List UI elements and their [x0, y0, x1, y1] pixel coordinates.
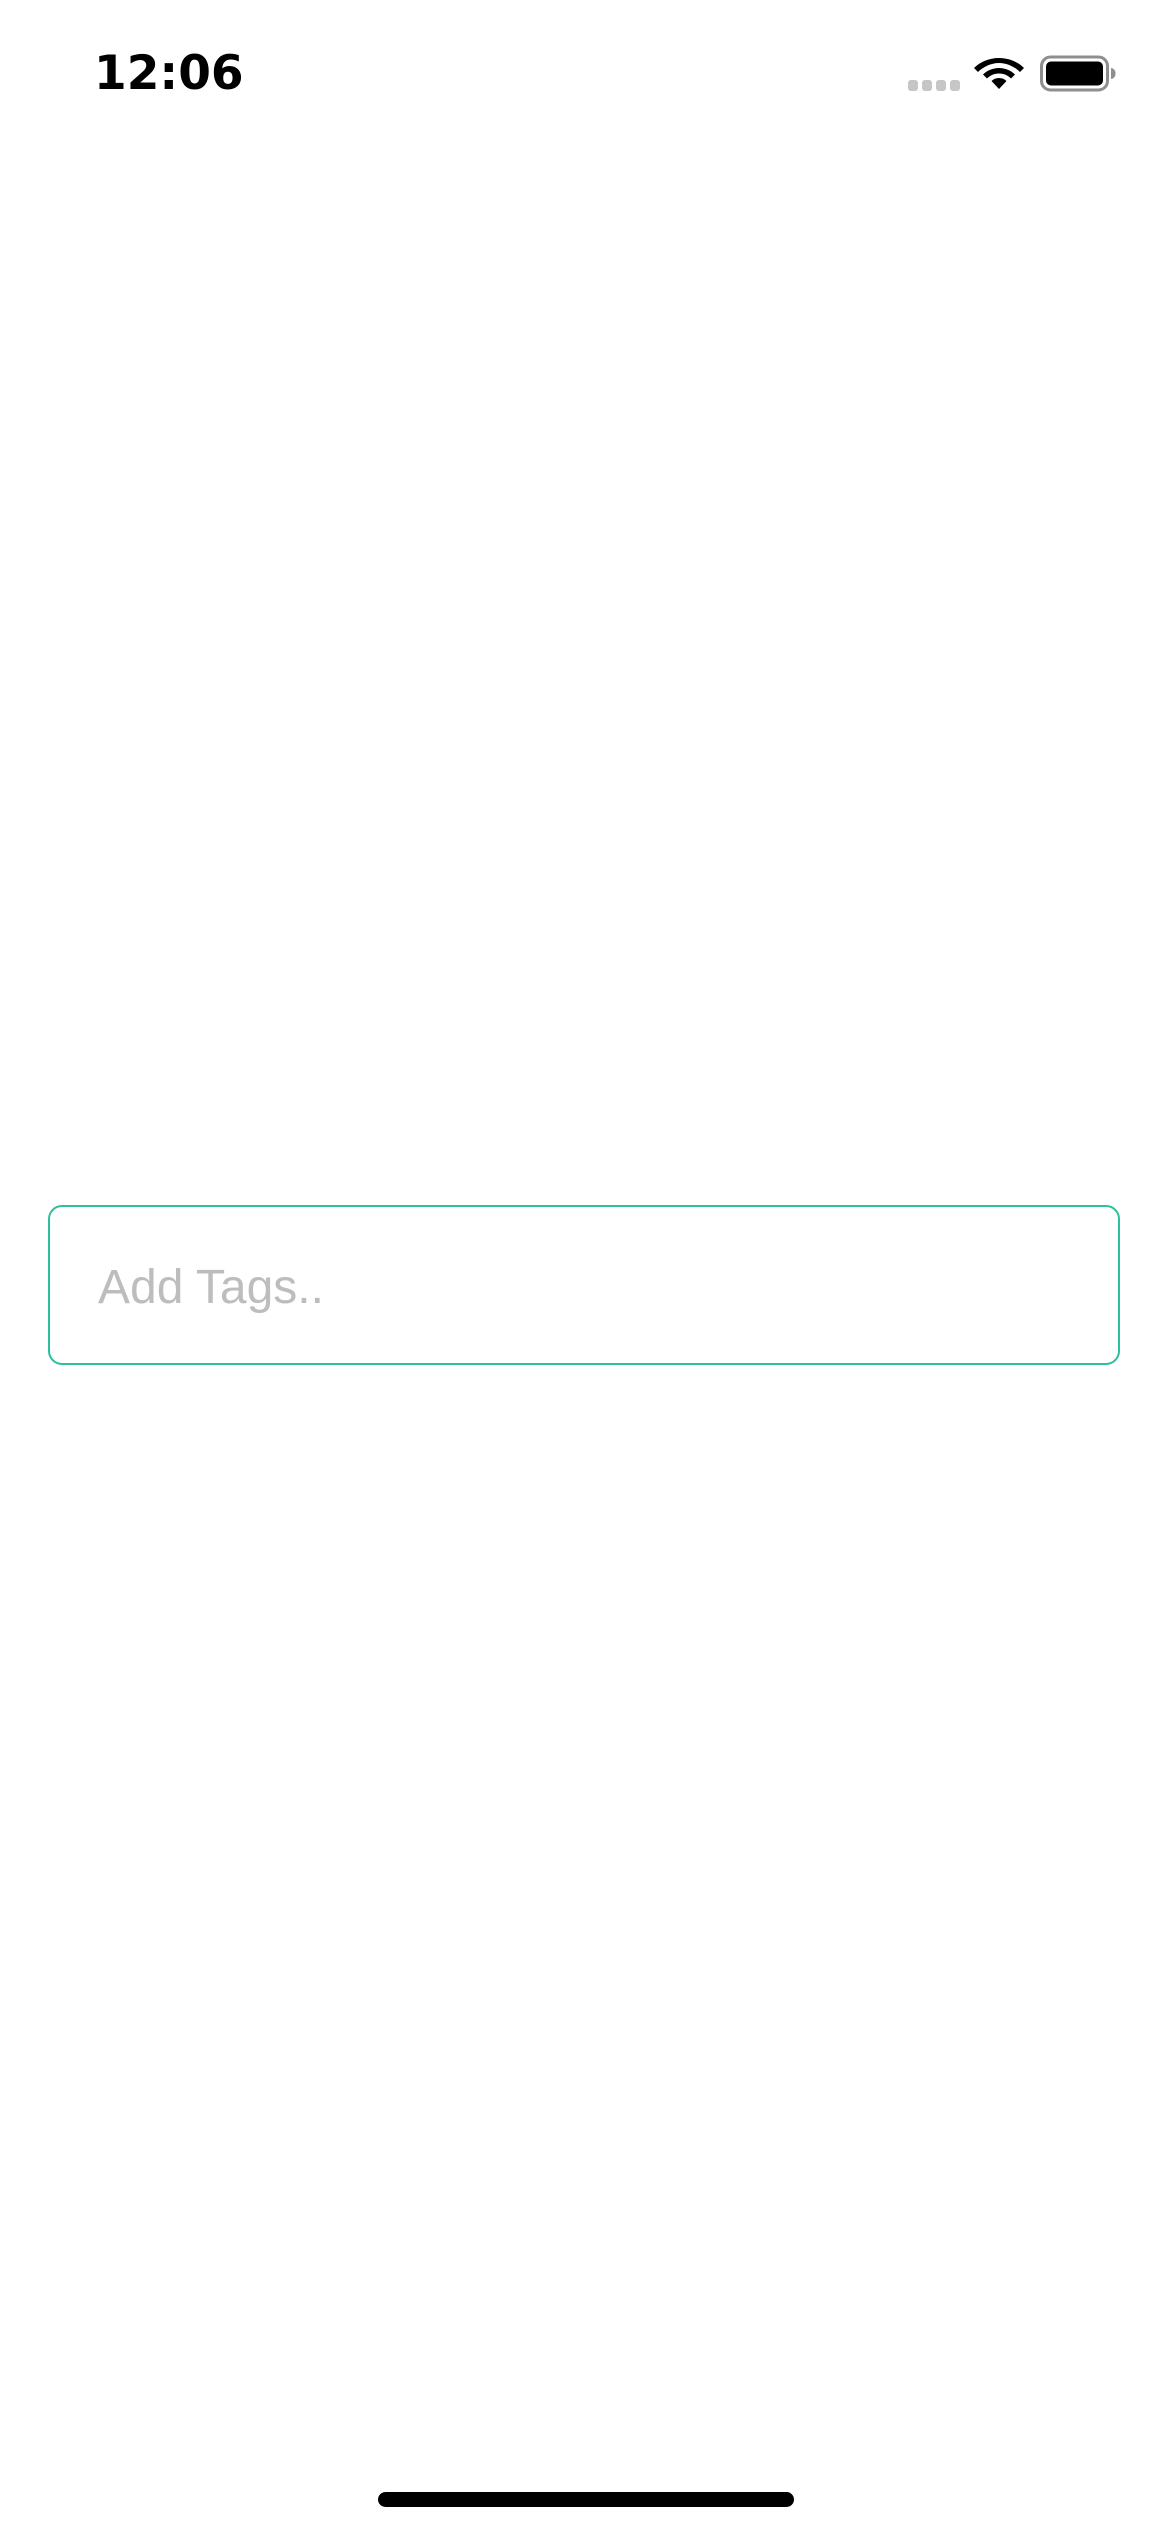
home-indicator[interactable]	[378, 2492, 794, 2507]
tag-input-container[interactable]	[48, 1205, 1120, 1365]
status-bar: 12:06	[0, 0, 1170, 140]
wifi-icon	[974, 58, 1024, 89]
add-tags-input[interactable]	[98, 1237, 1058, 1337]
signal-dot	[936, 80, 946, 91]
signal-dot	[922, 80, 932, 91]
status-time: 12:06	[94, 46, 244, 101]
signal-bars-icon	[908, 80, 962, 92]
battery-icon	[1040, 55, 1116, 92]
signal-dot	[950, 80, 960, 91]
signal-dot	[908, 80, 918, 91]
